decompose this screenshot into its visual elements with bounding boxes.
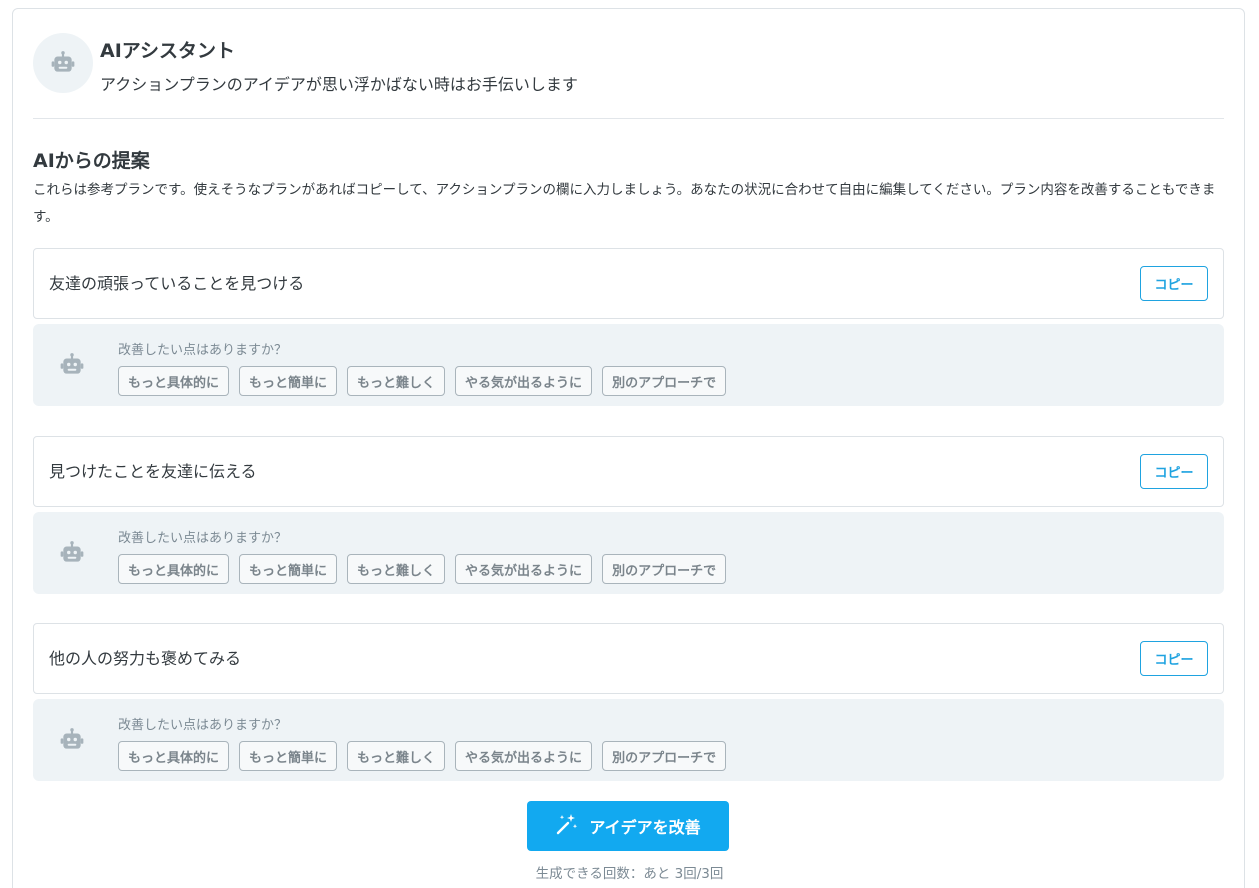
- plan-text: 友達の頑張っていることを見つける: [49, 274, 305, 293]
- chip-motivating[interactable]: やる気が出るように: [455, 741, 593, 771]
- chip-motivating[interactable]: やる気が出るように: [455, 366, 593, 396]
- chip-simpler[interactable]: もっと簡単に: [239, 366, 338, 396]
- improve-ideas-button[interactable]: アイデアを改善: [527, 801, 729, 851]
- improve-ideas-label: アイデアを改善: [589, 818, 701, 837]
- plan-text: 見つけたことを友達に伝える: [49, 462, 257, 481]
- remaining-count: 生成できる回数：あと 3回/3回: [535, 866, 724, 882]
- chip-simpler[interactable]: もっと簡単に: [239, 741, 338, 771]
- plan-text: 他の人の努力も褒めてみる: [49, 649, 242, 668]
- chip-simpler[interactable]: もっと簡単に: [239, 554, 338, 584]
- chip-different-approach[interactable]: 別のアプローチで: [602, 366, 727, 396]
- suggestions-description: これらは参考プランです。使えそうなプランがあればコピーして、アクションプランの欄…: [33, 182, 1216, 225]
- improve-options: もっと具体的に もっと簡単に もっと難しく やる気が出るように 別のアプローチで: [118, 554, 727, 584]
- robot-icon: [33, 33, 93, 93]
- chip-more-specific[interactable]: もっと具体的に: [118, 366, 230, 396]
- chip-more-specific[interactable]: もっと具体的に: [118, 741, 230, 771]
- chip-different-approach[interactable]: 別のアプローチで: [602, 554, 727, 584]
- improve-options: もっと具体的に もっと簡単に もっと難しく やる気が出るように 別のアプローチで: [118, 366, 727, 396]
- chip-harder[interactable]: もっと難しく: [347, 554, 446, 584]
- ai-assistant-card: AIアシスタント アクションプランのアイデアが思い浮かばない時はお手伝いします …: [12, 8, 1245, 888]
- magic-wand-icon: [555, 812, 579, 840]
- improve-options: もっと具体的に もっと簡単に もっと難しく やる気が出るように 別のアプローチで: [118, 741, 727, 771]
- plan-item: 他の人の努力も褒めてみる コピー: [33, 623, 1224, 694]
- assistant-header: AIアシスタント アクションプランのアイデアが思い浮かばない時はお手伝いします: [33, 33, 1224, 119]
- robot-icon: [57, 725, 87, 755]
- improve-panel: 改善したい点はありますか？ もっと具体的に もっと簡単に もっと難しく やる気が…: [33, 699, 1224, 781]
- plan-item: 友達の頑張っていることを見つける コピー: [33, 248, 1224, 319]
- chip-more-specific[interactable]: もっと具体的に: [118, 554, 230, 584]
- improve-question: 改善したい点はありますか？: [118, 531, 288, 546]
- chip-different-approach[interactable]: 別のアプローチで: [602, 741, 727, 771]
- assistant-title: AIアシスタント: [100, 40, 236, 62]
- improve-question: 改善したい点はありますか？: [118, 718, 288, 733]
- improve-panel: 改善したい点はありますか？ もっと具体的に もっと簡単に もっと難しく やる気が…: [33, 512, 1224, 594]
- chip-motivating[interactable]: やる気が出るように: [455, 554, 593, 584]
- copy-button[interactable]: コピー: [1140, 266, 1208, 301]
- plan-item: 見つけたことを友達に伝える コピー: [33, 436, 1224, 507]
- improve-question: 改善したい点はありますか？: [118, 343, 288, 358]
- suggestions-title: AIからの提案: [33, 150, 150, 172]
- improve-panel: 改善したい点はありますか？ もっと具体的に もっと簡単に もっと難しく やる気が…: [33, 324, 1224, 406]
- chip-harder[interactable]: もっと難しく: [347, 366, 446, 396]
- robot-icon: [57, 350, 87, 380]
- assistant-subtitle: アクションプランのアイデアが思い浮かばない時はお手伝いします: [100, 75, 578, 94]
- copy-button[interactable]: コピー: [1140, 641, 1208, 676]
- chip-harder[interactable]: もっと難しく: [347, 741, 446, 771]
- copy-button[interactable]: コピー: [1140, 454, 1208, 489]
- robot-icon: [57, 538, 87, 568]
